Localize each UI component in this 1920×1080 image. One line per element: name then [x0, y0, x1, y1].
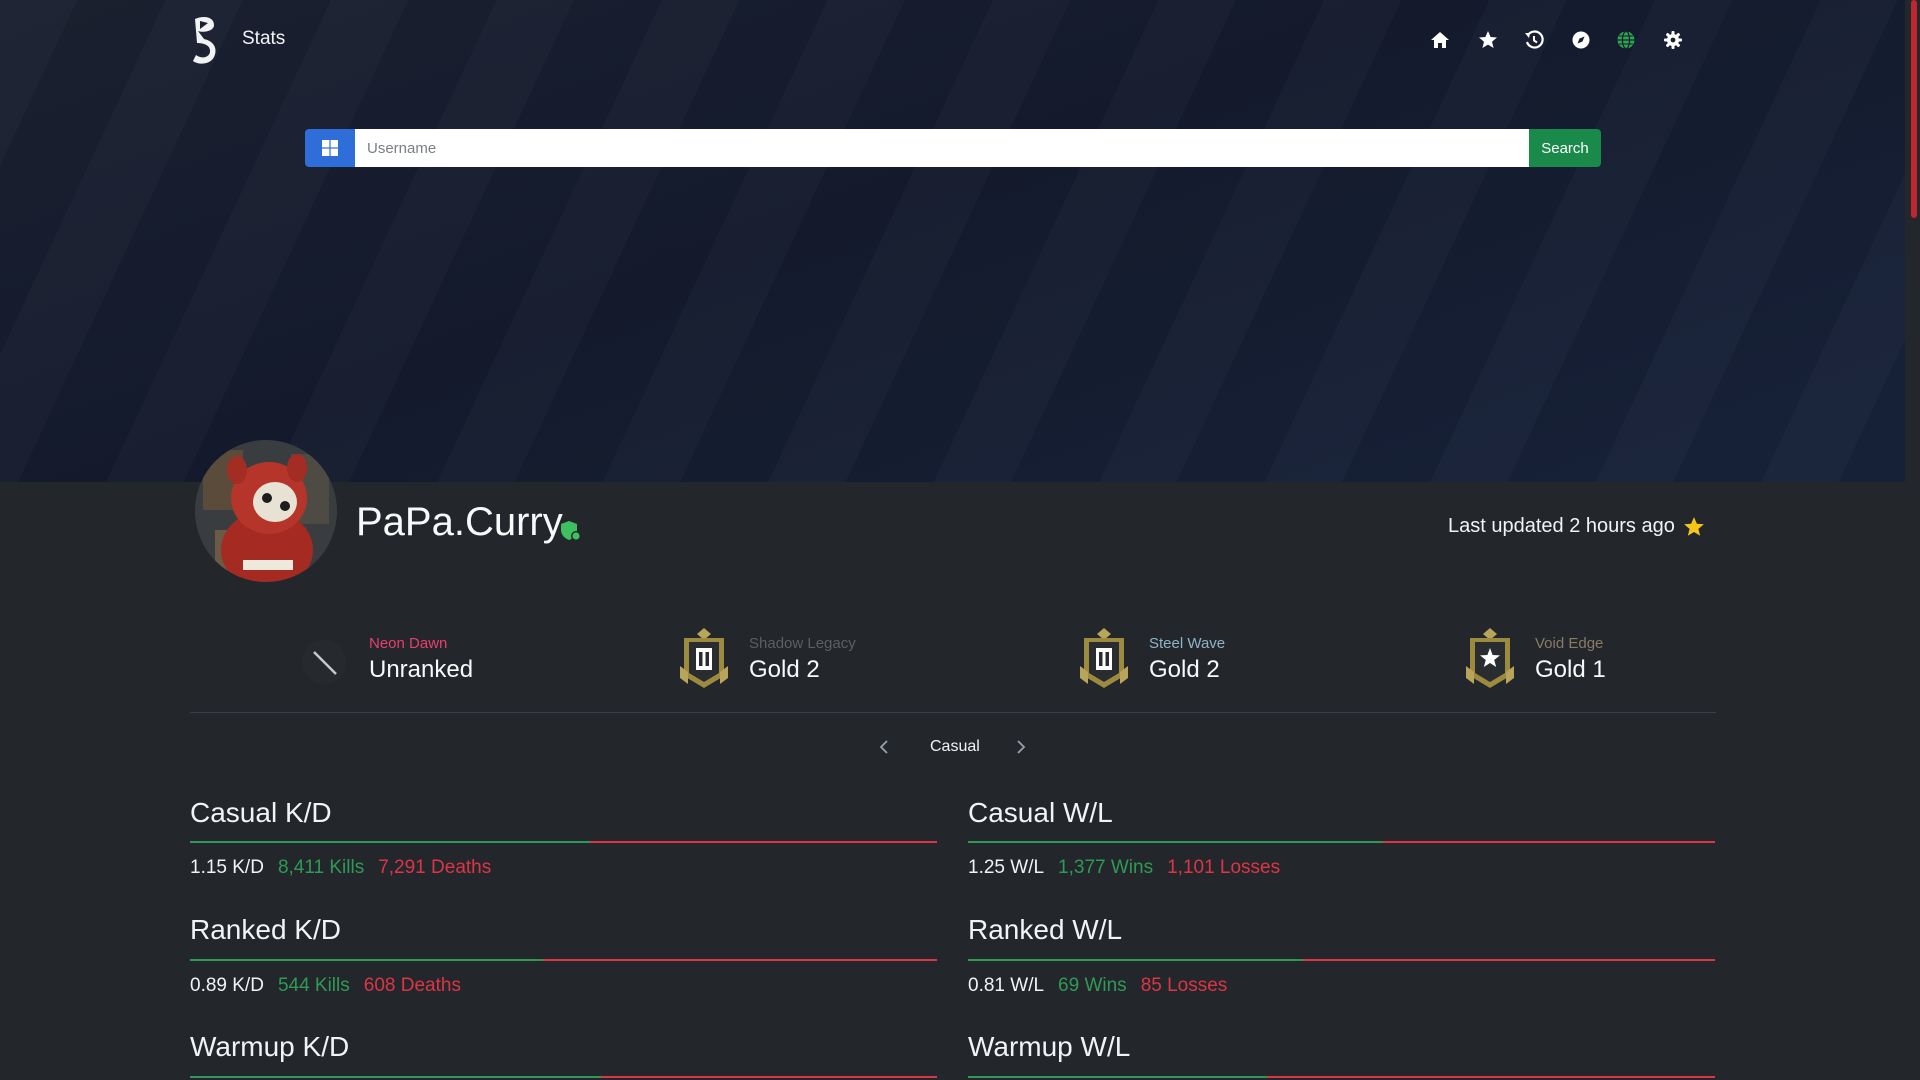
search-bar: Search [305, 129, 1601, 167]
game-mode-label: Casual [930, 738, 980, 755]
kills-value: 544 Kills [277, 975, 350, 996]
stat-values: 0.81 W/L 69 Wins 85 Losses [968, 975, 1227, 997]
season-name: Void Edge [1535, 635, 1604, 652]
verified-shield-icon [561, 521, 581, 541]
globe-icon[interactable] [1616, 30, 1636, 50]
search-button[interactable]: Search [1529, 129, 1601, 167]
kd-ratio-bar [190, 959, 937, 961]
stat-title: Warmup W/L [968, 1031, 1131, 1062]
negative-segment [590, 841, 937, 843]
scrollbar[interactable] [1905, 0, 1920, 1080]
negative-segment [543, 959, 937, 961]
last-updated-text: Last updated 2 hours ago [1448, 515, 1675, 537]
negative-segment [1267, 1076, 1715, 1078]
season-rank: Gold 2 [1149, 656, 1220, 683]
kd-ratio-bar [190, 1076, 937, 1078]
deaths-value: 7,291 Deaths [378, 857, 492, 878]
negative-segment [1383, 841, 1715, 843]
stat-title: Ranked K/D [190, 914, 341, 945]
deaths-value: 608 Deaths [363, 975, 461, 996]
losses-value: 1,101 Losses [1167, 857, 1281, 878]
stat-title: Casual W/L [968, 797, 1113, 828]
ratio-value: 1.25 W/L [968, 857, 1045, 878]
ratio-value: 1.15 K/D [190, 857, 264, 878]
site-logo[interactable] [190, 15, 220, 67]
stat-title: Warmup K/D [190, 1031, 350, 1062]
positive-segment [190, 1076, 601, 1078]
brand-title[interactable]: Stats [242, 28, 285, 50]
hero-banner [0, 0, 1905, 482]
kd-ratio-bar [190, 841, 937, 843]
wl-ratio-bar [968, 841, 1715, 843]
stat-values: 1.25 W/L 1,377 Wins 1,101 Losses [968, 857, 1280, 879]
gear-icon[interactable] [1663, 30, 1683, 50]
scrollbar-thumb[interactable] [1911, 0, 1917, 218]
season-name: Steel Wave [1149, 635, 1226, 652]
unranked-icon [302, 640, 346, 684]
section-divider [190, 712, 1716, 713]
star-icon[interactable] [1478, 30, 1498, 50]
stat-values: 1.15 K/D 8,411 Kills 7,291 Deaths [190, 857, 491, 879]
wl-ratio-bar [968, 1076, 1715, 1078]
season-rank: Gold 2 [749, 656, 820, 683]
gold-2-rank-icon [680, 628, 728, 688]
positive-segment [968, 841, 1383, 843]
gold-1-rank-icon [1466, 628, 1514, 688]
negative-segment [601, 1076, 937, 1078]
favorite-star-icon[interactable] [1683, 516, 1705, 538]
kills-value: 8,411 Kills [277, 857, 365, 878]
stat-values: 0.89 K/D 544 Kills 608 Deaths [190, 975, 461, 997]
stat-title: Casual K/D [190, 797, 332, 828]
positive-segment [968, 1076, 1267, 1078]
avatar [195, 440, 337, 582]
windows-icon [322, 140, 338, 156]
compass-icon[interactable] [1571, 30, 1591, 50]
ratio-value: 0.89 K/D [190, 975, 264, 996]
wins-value: 69 Wins [1058, 975, 1127, 996]
losses-value: 85 Losses [1140, 975, 1228, 996]
positive-segment [968, 959, 1303, 961]
stat-title: Ranked W/L [968, 914, 1123, 945]
player-username: PaPa.Curry [356, 500, 563, 544]
season-rank: Unranked [369, 656, 474, 683]
season-name: Neon Dawn [369, 635, 448, 652]
gold-2-rank-icon [1080, 628, 1128, 688]
season-rank: Gold 1 [1535, 656, 1606, 683]
positive-segment [190, 841, 590, 843]
platform-select-button[interactable] [305, 129, 355, 167]
season-name: Shadow Legacy [749, 635, 856, 652]
home-icon[interactable] [1430, 30, 1450, 50]
negative-segment [1303, 959, 1715, 961]
wins-value: 1,377 Wins [1058, 857, 1154, 878]
chevron-right-icon[interactable] [1013, 738, 1029, 756]
history-icon[interactable] [1524, 30, 1544, 50]
chevron-left-icon[interactable] [876, 738, 892, 756]
ratio-value: 0.81 W/L [968, 975, 1045, 996]
positive-segment [190, 959, 543, 961]
wl-ratio-bar [968, 959, 1715, 961]
username-search-input[interactable] [355, 129, 1529, 167]
